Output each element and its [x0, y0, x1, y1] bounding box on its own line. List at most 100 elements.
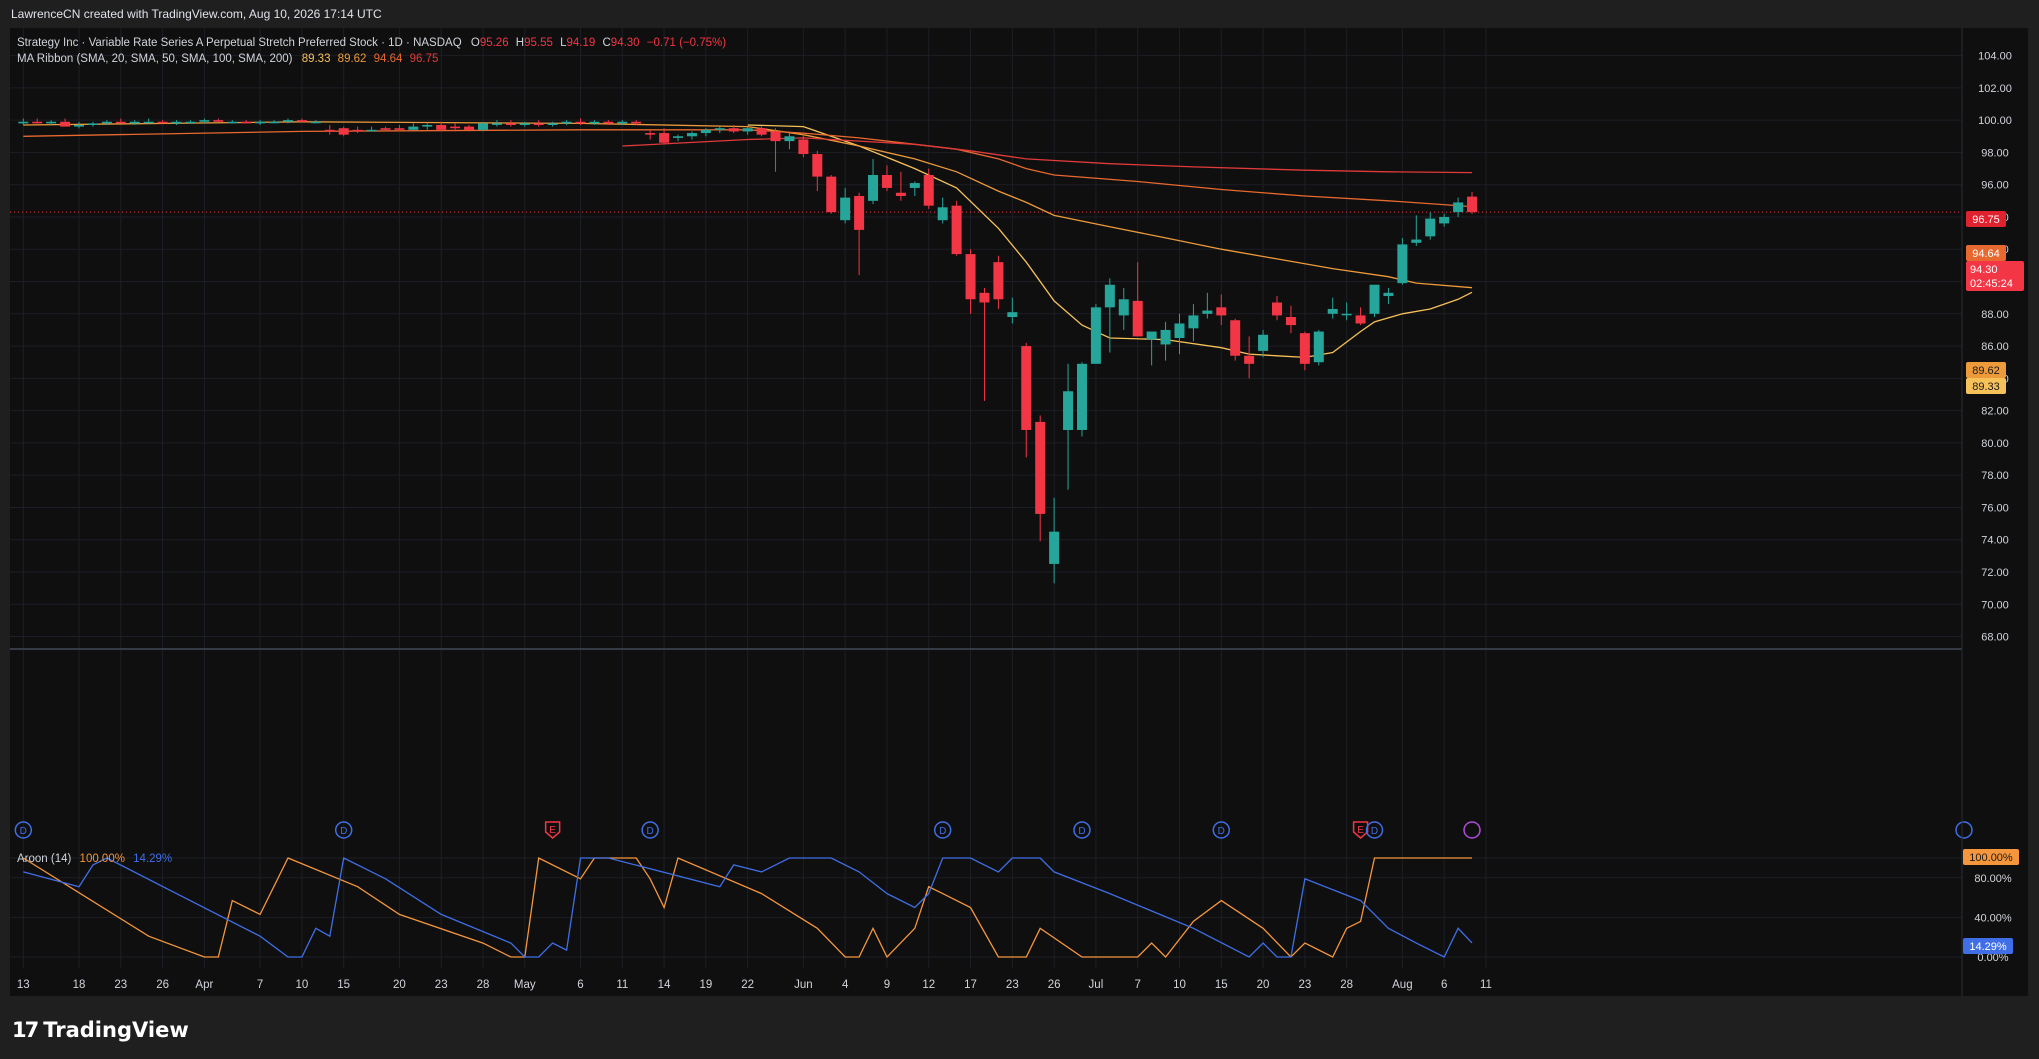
tradingview-logo-icon: 17 [12, 1018, 39, 1042]
time-tick-label: 15 [1215, 979, 1228, 991]
candle-body [1216, 307, 1227, 316]
dividend-marker-letter: D [1218, 826, 1225, 837]
candle-body [1327, 308, 1338, 314]
candle-body [673, 136, 684, 138]
badge-countdown: 02:45:24 [1970, 278, 2013, 290]
candle-body [1063, 391, 1074, 430]
time-tick-label: 23 [114, 979, 127, 991]
badge-last: 94.30 [1970, 264, 1998, 276]
time-tick-label: 10 [1173, 979, 1186, 991]
price-tick-label: 70.00 [1981, 599, 2009, 611]
candle-body [1313, 331, 1324, 363]
candle-body [129, 121, 140, 124]
candle-body [589, 121, 600, 124]
candle-body [937, 207, 948, 221]
candle-body [1299, 333, 1310, 364]
tradingview-logo[interactable]: 17 TradingView [12, 1018, 189, 1042]
badge-sma200: 96.75 [1972, 214, 2000, 226]
candle-body [87, 123, 98, 125]
price-tick-label: 76.00 [1981, 502, 2009, 514]
time-axis[interactable]: 13 18 23 26 Apr 7 10 15 20 23 28 May 6 11 14 19 22 Jun 4 9 1… [17, 979, 1492, 991]
earnings-marker-letter: E [549, 825, 556, 836]
change-value: −0.71 (−0.75%) [647, 37, 726, 49]
candle-body [1090, 307, 1101, 364]
ma50-value: 89.62 [338, 53, 367, 65]
badge-sma100: 94.64 [1972, 248, 2000, 260]
candle-body [714, 128, 725, 130]
price-tick-label: 78.00 [1981, 470, 2009, 482]
candle-body [101, 121, 112, 124]
candle-body [951, 205, 962, 255]
time-tick-label: 22 [741, 979, 754, 991]
candle-body [338, 128, 349, 135]
candle-body [798, 139, 809, 155]
candle-body [1035, 421, 1046, 514]
ma20-value: 89.33 [302, 53, 331, 65]
price-tick-label: 68.00 [1981, 632, 2009, 644]
candle-body [464, 126, 475, 130]
candle-body [32, 121, 43, 124]
candle-body [923, 175, 934, 206]
event-markers: DDEDDDDED [14, 821, 1973, 839]
high-value: 95.55 [524, 37, 553, 49]
candle-body [1021, 346, 1032, 430]
candle-body [477, 123, 488, 130]
candle-body [519, 123, 530, 125]
candle-body [1369, 284, 1380, 314]
price-tick-label: 72.00 [1981, 567, 2009, 579]
aroon-tick-label: 40.00% [1974, 912, 2012, 924]
candle-body [1341, 313, 1352, 316]
candle-body [617, 121, 628, 124]
chart-area[interactable]: DDEDDDDED 104.00102.00100.0098.0096.0094… [10, 28, 2028, 996]
time-tick-label: 18 [73, 979, 86, 991]
low-value: 94.19 [567, 37, 596, 49]
svg-text:Strategy Inc · Variable Rate S: Strategy Inc · Variable Rate Series A Pe… [17, 37, 726, 49]
price-badges: 96.75 94.64 94.30 02:45:24 89.62 89.33 1… [1963, 211, 2024, 954]
candle-body [269, 121, 280, 124]
credit-text: LawrenceCN created with TradingView.com,… [11, 7, 382, 21]
candle-body [366, 129, 377, 132]
price-tick-label: 80.00 [1981, 438, 2009, 450]
price-tick-label: 74.00 [1981, 535, 2009, 547]
symbol-title: Strategy Inc · Variable Rate Series A Pe… [17, 37, 462, 49]
candle-body [1439, 216, 1450, 224]
candle-body [199, 120, 210, 122]
time-tick-label: 17 [964, 979, 977, 991]
price-tick-label: 82.00 [1981, 406, 2009, 418]
candle-body [241, 121, 252, 124]
time-tick-label: 20 [1257, 979, 1270, 991]
candle-body [1453, 202, 1464, 213]
candle-body [1258, 334, 1269, 351]
candle-body [1425, 218, 1436, 237]
chart-svg[interactable]: DDEDDDDED 104.00102.00100.0098.0096.0094… [10, 28, 2028, 996]
candle-body [840, 197, 851, 221]
candle-body [1049, 531, 1060, 564]
time-tick-label: 26 [156, 979, 169, 991]
price-axis[interactable]: 104.00102.00100.0098.0096.0094.0092.0090… [1978, 51, 2012, 644]
badge-sma50: 89.62 [1972, 365, 2000, 377]
candle-body [561, 121, 572, 124]
candle-body [213, 120, 224, 122]
dividend-marker-letter: D [647, 826, 654, 837]
candle-body [1076, 363, 1087, 430]
candle-body [603, 121, 614, 124]
candle-body [756, 128, 767, 135]
time-tick-label: 28 [1340, 979, 1353, 991]
time-tick-label: 26 [1048, 979, 1061, 991]
candle-body [18, 121, 29, 124]
open-value: 95.26 [480, 37, 509, 49]
time-tick-label: 10 [296, 979, 309, 991]
ma200-value: 96.75 [410, 53, 439, 65]
price-tick-label: 96.00 [1981, 180, 2009, 192]
candle-body [895, 192, 906, 196]
candle-body [1272, 302, 1282, 316]
candle-body [324, 129, 335, 132]
open-label: O [471, 37, 480, 49]
time-tick-label: 11 [616, 979, 628, 991]
dividend-marker-letter: D [340, 826, 347, 837]
time-tick-label: 4 [842, 979, 849, 991]
price-tick-label: 88.00 [1981, 309, 2009, 321]
price-tick-label: 86.00 [1981, 341, 2009, 353]
candle-body [728, 128, 739, 132]
close-label: C [602, 37, 610, 49]
